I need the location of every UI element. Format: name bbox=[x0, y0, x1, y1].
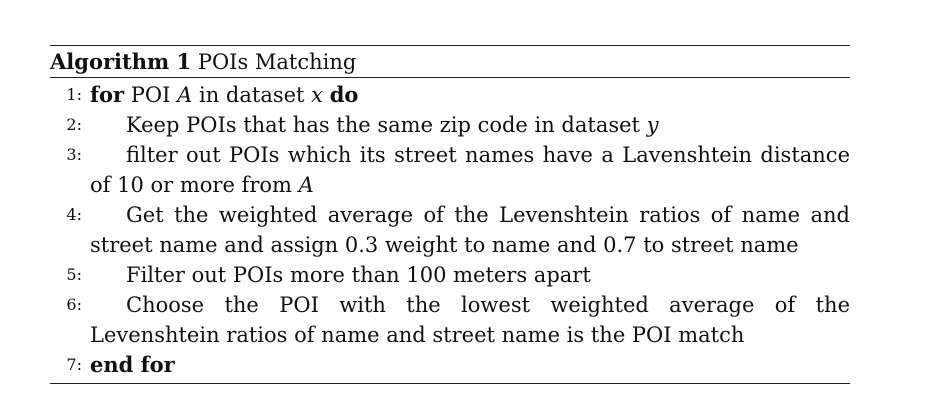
algorithm-line-5: 5: Filter out POIs more than 100 meters … bbox=[50, 260, 850, 290]
algorithm-line-7: 7: end for bbox=[50, 350, 850, 380]
keyword-do: do bbox=[329, 82, 359, 107]
algorithm-body: 1: for POI A in dataset x do 2: Keep POI… bbox=[50, 78, 850, 383]
keyword-for: for bbox=[90, 82, 125, 107]
line-text: Choose the POI with the lowest weighted … bbox=[90, 293, 850, 347]
line-text: in dataset bbox=[199, 83, 305, 107]
line-text: Get the weighted average of the Levensht… bbox=[90, 203, 850, 257]
math-variable: A bbox=[177, 83, 193, 107]
line-text: POI bbox=[130, 83, 171, 107]
algorithm-line-3: 3: filter out POIs which its street name… bbox=[50, 140, 850, 200]
line-text: Filter out POIs more than 100 meters apa… bbox=[126, 263, 591, 287]
math-variable: x bbox=[311, 83, 324, 107]
math-variable: A bbox=[298, 173, 314, 197]
algorithm-caption: Algorithm 1 POIs Matching bbox=[50, 46, 850, 77]
line-number: 7: bbox=[66, 355, 82, 374]
math-variable: y bbox=[646, 113, 659, 137]
line-number: 1: bbox=[66, 85, 82, 104]
algorithm-line-2: 2: Keep POIs that has the same zip code … bbox=[50, 110, 850, 140]
keyword-end-for: end for bbox=[90, 352, 175, 377]
line-text: filter out POIs which its street names h… bbox=[90, 143, 850, 197]
bottom-rule bbox=[50, 383, 850, 384]
line-number: 5: bbox=[66, 265, 82, 284]
algorithm-line-1: 1: for POI A in dataset x do bbox=[50, 80, 850, 110]
caption-title: POIs Matching bbox=[197, 50, 357, 74]
line-number: 4: bbox=[66, 205, 82, 224]
caption-label: Algorithm 1 bbox=[50, 49, 192, 74]
line-text: Keep POIs that has the same zip code in … bbox=[126, 113, 640, 137]
line-number: 2: bbox=[66, 115, 82, 134]
algorithm-block: Algorithm 1 POIs Matching 1: for POI A i… bbox=[50, 45, 850, 384]
algorithm-line-4: 4: Get the weighted average of the Leven… bbox=[50, 200, 850, 260]
line-number: 6: bbox=[66, 295, 82, 314]
algorithm-line-6: 6: Choose the POI with the lowest weight… bbox=[50, 290, 850, 350]
line-number: 3: bbox=[66, 145, 82, 164]
